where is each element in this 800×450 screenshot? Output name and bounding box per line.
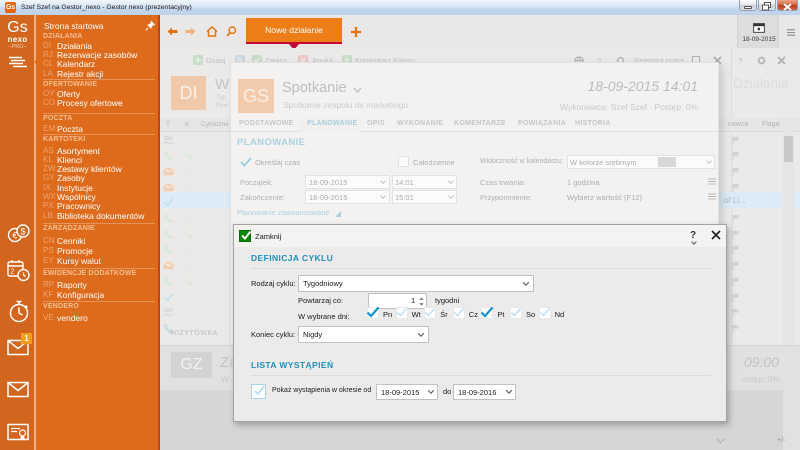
svg-text:2: 2	[11, 269, 15, 276]
svg-text:$: $	[20, 227, 25, 237]
